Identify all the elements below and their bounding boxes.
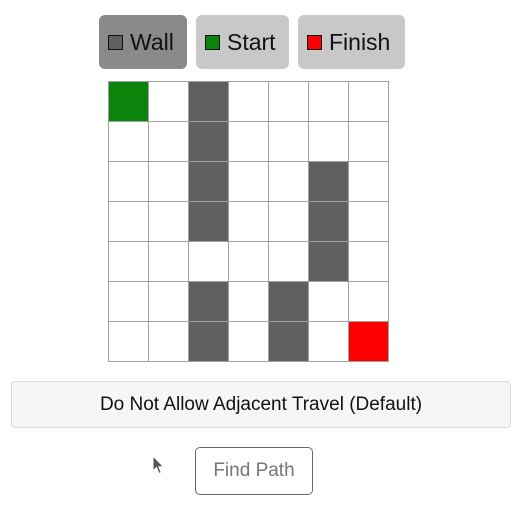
grid-cell-empty-r5-c0[interactable]: [108, 281, 148, 321]
grid-cell-finish-r6-c6[interactable]: [348, 321, 388, 361]
grid-cell-empty-r0-c6[interactable]: [348, 81, 388, 121]
wall-tool-button[interactable]: Wall: [99, 15, 187, 69]
grid-cell-empty-r0-c5[interactable]: [308, 81, 348, 121]
grid-cell-empty-r1-c6[interactable]: [348, 121, 388, 161]
grid-cell-wall-r6-c2[interactable]: [188, 321, 228, 361]
grid-cell-empty-r4-c4[interactable]: [268, 241, 308, 281]
grid-cell-empty-r1-c3[interactable]: [228, 121, 268, 161]
start-tool-button[interactable]: Start: [196, 15, 289, 69]
wall-swatch-icon: [108, 34, 123, 50]
grid-cell-empty-r3-c3[interactable]: [228, 201, 268, 241]
grid-cell-empty-r1-c1[interactable]: [148, 121, 188, 161]
grid-cell-empty-r6-c1[interactable]: [148, 321, 188, 361]
mouse-pointer-icon: [152, 455, 165, 475]
adjacent-travel-toggle-button[interactable]: Do Not Allow Adjacent Travel (Default): [11, 381, 511, 428]
grid-cell-empty-r1-c0[interactable]: [108, 121, 148, 161]
grid-cell-empty-r6-c5[interactable]: [308, 321, 348, 361]
grid-cell-wall-r3-c2[interactable]: [188, 201, 228, 241]
grid-cell-empty-r3-c4[interactable]: [268, 201, 308, 241]
app-root: Wall Start Finish Do Not Allow Adjacent …: [0, 0, 520, 508]
grid-cell-wall-r2-c2[interactable]: [188, 161, 228, 201]
grid-cell-empty-r4-c2[interactable]: [188, 241, 228, 281]
grid-cell-empty-r0-c1[interactable]: [148, 81, 188, 121]
grid-cell-empty-r3-c6[interactable]: [348, 201, 388, 241]
grid-cell-empty-r0-c4[interactable]: [268, 81, 308, 121]
grid-cell-empty-r4-c1[interactable]: [148, 241, 188, 281]
grid-cell-empty-r1-c5[interactable]: [308, 121, 348, 161]
finish-swatch-icon: [307, 34, 322, 50]
finish-tool-label: Finish: [329, 28, 391, 55]
grid-cell-empty-r0-c3[interactable]: [228, 81, 268, 121]
grid-cell-empty-r2-c6[interactable]: [348, 161, 388, 201]
grid-cell-empty-r4-c0[interactable]: [108, 241, 148, 281]
grid-cell-wall-r1-c2[interactable]: [188, 121, 228, 161]
grid-cell-empty-r5-c3[interactable]: [228, 281, 268, 321]
grid-cell-wall-r2-c5[interactable]: [308, 161, 348, 201]
grid-cell-wall-r3-c5[interactable]: [308, 201, 348, 241]
grid-cell-wall-r5-c2[interactable]: [188, 281, 228, 321]
grid-cell-empty-r2-c0[interactable]: [108, 161, 148, 201]
grid-cell-empty-r6-c3[interactable]: [228, 321, 268, 361]
maze-grid: [108, 81, 389, 362]
finish-tool-button[interactable]: Finish: [298, 15, 405, 69]
grid-cell-start-r0-c0[interactable]: [108, 81, 148, 121]
grid-cell-empty-r2-c1[interactable]: [148, 161, 188, 201]
grid-cell-empty-r5-c5[interactable]: [308, 281, 348, 321]
grid-cell-empty-r5-c6[interactable]: [348, 281, 388, 321]
wall-tool-label: Wall: [130, 28, 174, 55]
grid-cell-empty-r2-c4[interactable]: [268, 161, 308, 201]
grid-cell-empty-r1-c4[interactable]: [268, 121, 308, 161]
grid-cell-empty-r2-c3[interactable]: [228, 161, 268, 201]
grid-cell-wall-r6-c4[interactable]: [268, 321, 308, 361]
grid-cell-empty-r5-c1[interactable]: [148, 281, 188, 321]
grid-cell-empty-r4-c3[interactable]: [228, 241, 268, 281]
tool-selector: Wall Start Finish: [99, 15, 405, 69]
grid-cell-wall-r0-c2[interactable]: [188, 81, 228, 121]
grid-cell-empty-r3-c1[interactable]: [148, 201, 188, 241]
grid-cell-wall-r5-c4[interactable]: [268, 281, 308, 321]
start-swatch-icon: [205, 34, 220, 50]
adjacent-travel-label: Do Not Allow Adjacent Travel (Default): [99, 393, 423, 415]
grid-cell-empty-r3-c0[interactable]: [108, 201, 148, 241]
grid-cell-empty-r4-c6[interactable]: [348, 241, 388, 281]
grid-cell-wall-r4-c5[interactable]: [308, 241, 348, 281]
find-path-button[interactable]: Find Path: [195, 447, 313, 495]
find-path-label: Find Path: [213, 460, 295, 481]
grid-cell-empty-r6-c0[interactable]: [108, 321, 148, 361]
start-tool-label: Start: [227, 28, 276, 55]
